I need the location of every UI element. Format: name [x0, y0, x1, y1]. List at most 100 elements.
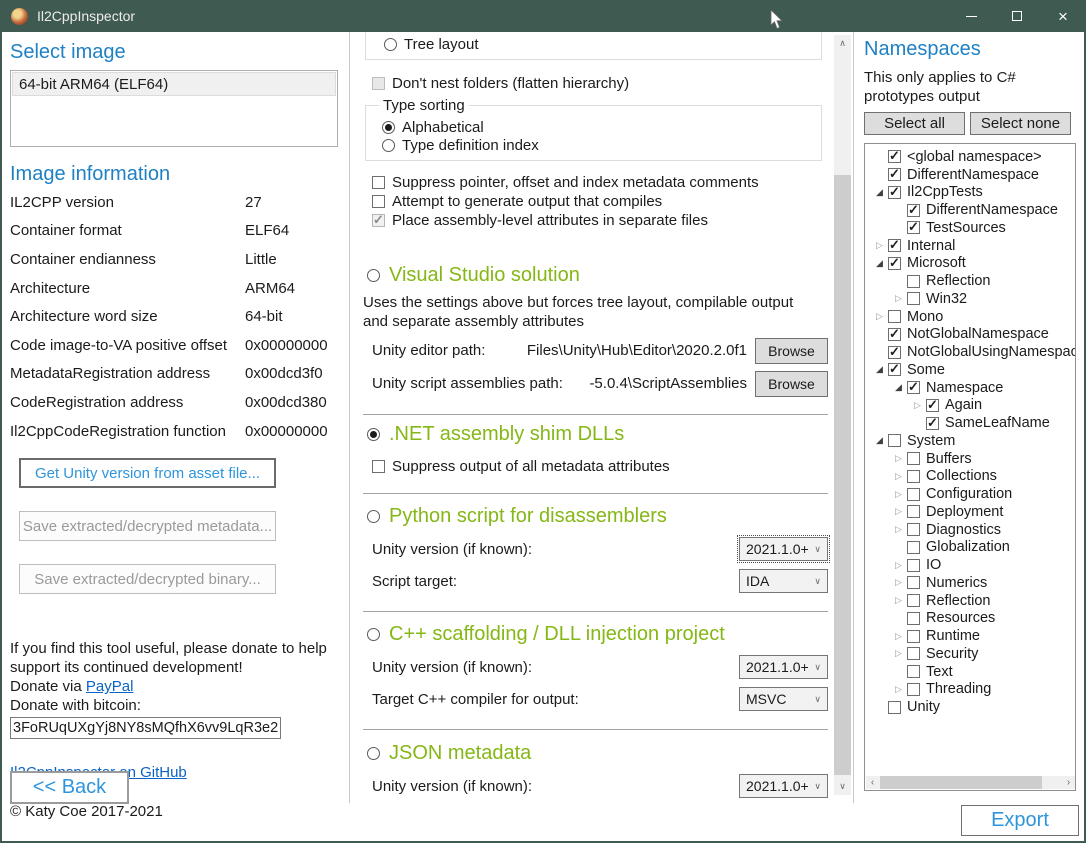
select-all-button[interactable]: Select all [864, 112, 965, 135]
tree-expander-icon[interactable] [871, 240, 888, 251]
tree-item-checkbox[interactable] [888, 257, 901, 270]
tree-expander-icon[interactable] [890, 577, 907, 588]
minimize-button[interactable] [948, 0, 994, 32]
suppress-metadata-option[interactable]: Suppress output of all metadata attribut… [372, 457, 828, 476]
cpp-scaffolding-section-header[interactable]: C++ scaffolding / DLL injection project [367, 621, 828, 648]
option-checkbox[interactable] [372, 214, 385, 227]
tree-item-checkbox[interactable] [888, 346, 901, 359]
tree-expander-icon[interactable] [871, 258, 888, 269]
tree-item[interactable]: Diagnostics [865, 521, 1075, 539]
tree-item-checkbox[interactable] [907, 221, 920, 234]
suppress-metadata-checkbox[interactable] [372, 460, 385, 473]
option-checkbox-row[interactable]: Suppress pointer, offset and index metad… [372, 173, 828, 192]
tree-item-checkbox[interactable] [907, 683, 920, 696]
namespaces-tree[interactable]: <global namespace> DifferentNamespace Il… [864, 143, 1076, 791]
tree-item[interactable]: DifferentNamespace [865, 166, 1075, 184]
tree-item-checkbox[interactable] [888, 328, 901, 341]
shim-dlls-radio[interactable] [367, 428, 380, 441]
cpp-unity-version-dropdown[interactable]: 2021.1.0+ ∨ [739, 655, 828, 679]
option-checkbox-row[interactable]: Attempt to generate output that compiles [372, 192, 828, 211]
tree-expander-icon[interactable] [890, 524, 907, 535]
tree-item-checkbox[interactable] [888, 434, 901, 447]
tree-expander-icon[interactable] [871, 364, 888, 375]
cpp-compiler-dropdown[interactable]: MSVC ∨ [739, 687, 828, 711]
image-listbox[interactable]: 64-bit ARM64 (ELF64) [10, 70, 338, 147]
tree-item-checkbox[interactable] [907, 665, 920, 678]
tree-item[interactable]: IO [865, 556, 1075, 574]
tree-item-checkbox[interactable] [888, 150, 901, 163]
export-button[interactable]: Export [961, 805, 1079, 836]
tree-item[interactable]: NotGlobalUsingNamespace [865, 343, 1075, 361]
tree-item-checkbox[interactable] [907, 470, 920, 483]
tree-expander-icon[interactable] [871, 187, 888, 198]
tree-item-checkbox[interactable] [888, 701, 901, 714]
tree-expander-icon[interactable] [871, 435, 888, 446]
python-script-section-header[interactable]: Python script for disassemblers [367, 503, 828, 530]
bitcoin-address-input[interactable] [10, 717, 281, 739]
save-binary-button[interactable]: Save extracted/decrypted binary... [19, 564, 276, 594]
image-list-item[interactable]: 64-bit ARM64 (ELF64) [12, 72, 336, 96]
tree-expander-icon[interactable] [890, 382, 907, 393]
tree-layout-radio[interactable] [384, 38, 397, 51]
tree-item-checkbox[interactable] [907, 576, 920, 589]
tree-item-checkbox[interactable] [907, 381, 920, 394]
tree-item[interactable]: Threading [865, 681, 1075, 699]
options-scrollbar[interactable]: ∧ ∨ [834, 35, 851, 795]
browse-assemblies-path-button[interactable]: Browse [755, 371, 828, 397]
vs-solution-radio[interactable] [367, 269, 380, 282]
tree-item[interactable]: Configuration [865, 485, 1075, 503]
type-definition-index-option[interactable]: Type definition index [382, 136, 821, 154]
tree-item[interactable]: Mono [865, 308, 1075, 326]
browse-editor-path-button[interactable]: Browse [755, 338, 828, 364]
tree-item-checkbox[interactable] [888, 239, 901, 252]
tree-item[interactable]: Il2CppTests [865, 184, 1075, 202]
tree-item-checkbox[interactable] [907, 452, 920, 465]
tree-item[interactable]: Reflection [865, 592, 1075, 610]
tree-item[interactable]: Runtime [865, 627, 1075, 645]
dont-nest-checkbox[interactable] [372, 77, 385, 90]
save-metadata-button[interactable]: Save extracted/decrypted metadata... [19, 511, 276, 541]
unity-assemblies-path-value[interactable]: -5.0.4\ScriptAssemblies [563, 375, 755, 392]
tree-expander-icon[interactable] [871, 311, 888, 322]
tree-item-checkbox[interactable] [888, 186, 901, 199]
alphabetical-option[interactable]: Alphabetical [382, 118, 821, 136]
tree-item[interactable]: Reflection [865, 272, 1075, 290]
tree-item-checkbox[interactable] [907, 612, 920, 625]
tree-item[interactable]: Some [865, 361, 1075, 379]
tree-expander-icon[interactable] [890, 648, 907, 659]
tree-expander-icon[interactable] [890, 560, 907, 571]
tree-item[interactable]: Numerics [865, 574, 1075, 592]
tree-item[interactable]: Namespace [865, 379, 1075, 397]
tree-expander-icon[interactable] [890, 631, 907, 642]
maximize-button[interactable] [994, 0, 1040, 32]
tree-item[interactable]: <global namespace> [865, 148, 1075, 166]
alphabetical-radio[interactable] [382, 121, 395, 134]
json-metadata-section-header[interactable]: JSON metadata [367, 740, 828, 767]
tree-item[interactable]: Buffers [865, 450, 1075, 468]
tree-expander-icon[interactable] [890, 293, 907, 304]
tree-item[interactable]: NotGlobalNamespace [865, 326, 1075, 344]
tree-expander-icon[interactable] [890, 595, 907, 606]
option-checkbox[interactable] [372, 176, 385, 189]
tree-item-checkbox[interactable] [907, 523, 920, 536]
tree-item-checkbox[interactable] [888, 168, 901, 181]
scroll-down-icon[interactable]: ∨ [834, 778, 851, 795]
tree-item-checkbox[interactable] [907, 275, 920, 288]
tree-item-checkbox[interactable] [907, 204, 920, 217]
tree-expander-icon[interactable] [890, 453, 907, 464]
tree-horizontal-scrollbar[interactable]: ‹ › [866, 776, 1075, 789]
close-button[interactable]: × [1040, 0, 1086, 32]
tree-item-checkbox[interactable] [926, 417, 939, 430]
option-checkbox-row[interactable]: Place assembly-level attributes in separ… [372, 211, 828, 230]
get-unity-version-button[interactable]: Get Unity version from asset file... [19, 458, 276, 488]
scroll-left-icon[interactable]: ‹ [866, 776, 879, 789]
json-unity-version-dropdown[interactable]: 2021.1.0+ ∨ [739, 774, 828, 798]
type-definition-index-radio[interactable] [382, 139, 395, 152]
tree-item[interactable]: Win32 [865, 290, 1075, 308]
script-target-dropdown[interactable]: IDA ∨ [739, 569, 828, 593]
tree-item-checkbox[interactable] [907, 488, 920, 501]
tree-item-checkbox[interactable] [907, 647, 920, 660]
tree-item[interactable]: Deployment [865, 503, 1075, 521]
back-button[interactable]: << Back [10, 771, 129, 804]
tree-item[interactable]: Globalization [865, 539, 1075, 557]
